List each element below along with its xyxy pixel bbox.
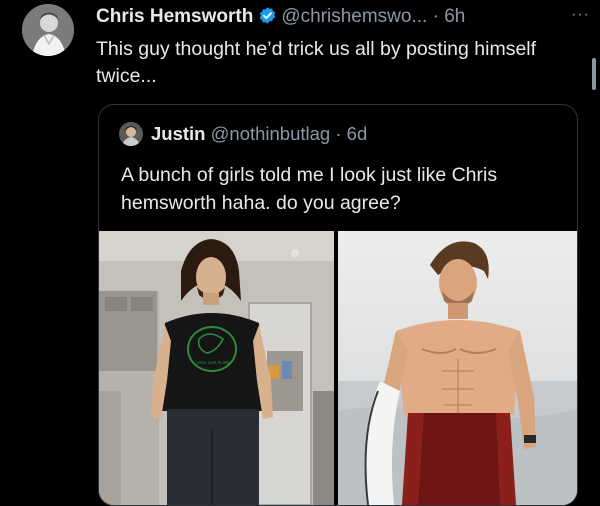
shirt-print-text: SAVE OUR PLANET [196, 361, 230, 365]
separator-dot: · [432, 6, 439, 27]
quoted-tweet-timestamp[interactable]: 6d [347, 123, 368, 144]
quoted-tweet[interactable]: Justin @nothinbutlag · 6d A bunch of gir… [98, 104, 578, 506]
quoted-author-avatar[interactable] [119, 122, 143, 146]
tweet[interactable]: Chris Hemsworth @chrishemswo... · 6h ··· … [0, 0, 600, 506]
author-avatar[interactable] [22, 4, 74, 56]
quoted-author-handle[interactable]: @nothinbutlag [211, 123, 331, 144]
tweet-header: Chris Hemsworth @chrishemswo... · 6h ··· [96, 6, 592, 34]
author-handle[interactable]: @chrishemswo... [281, 6, 427, 27]
quoted-tweet-text: A bunch of girls told me I look just lik… [121, 164, 498, 214]
author-name[interactable]: Chris Hemsworth [96, 6, 253, 27]
quoted-separator-dot: · [335, 123, 342, 144]
scrollbar[interactable] [592, 58, 596, 90]
media-grid: SAVE OUR PLANET [99, 231, 577, 505]
photo-man-with-surfboard[interactable] [338, 231, 577, 505]
more-options-icon[interactable]: ··· [571, 6, 590, 24]
quoted-tweet-header: Justin @nothinbutlag · 6d [151, 123, 367, 145]
photo-man-in-room[interactable]: SAVE OUR PLANET [99, 231, 334, 505]
quoted-author-name[interactable]: Justin [151, 123, 205, 144]
tweet-timestamp[interactable]: 6h [444, 6, 465, 27]
verified-badge-icon [258, 6, 277, 31]
tweet-text: This guy thought he’d trick us all by po… [96, 38, 537, 87]
